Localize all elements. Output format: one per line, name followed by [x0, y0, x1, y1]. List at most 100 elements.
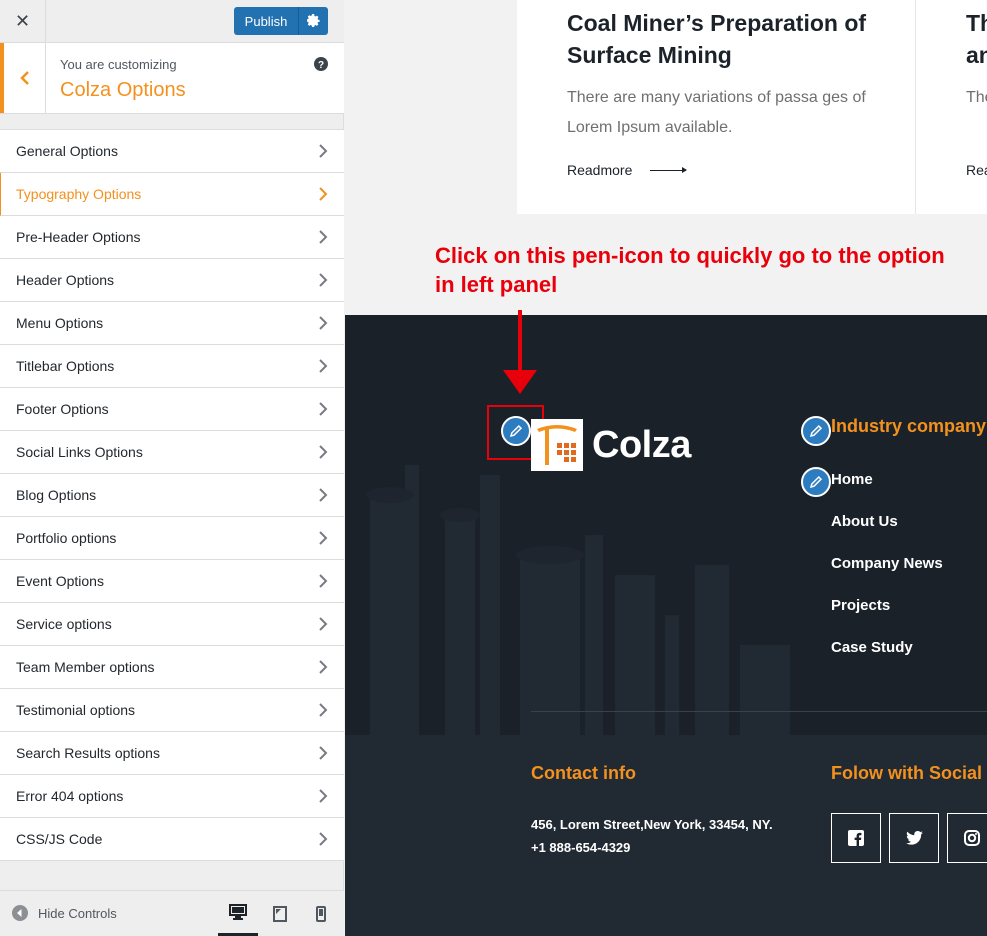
hide-controls-label: Hide Controls — [38, 905, 117, 921]
menu-item[interactable]: Pre-Header Options — [0, 216, 344, 259]
chevron-right-icon — [319, 187, 328, 201]
customizer-footer: Hide Controls — [0, 890, 344, 936]
blog-card-title[interactable]: Coal Miner’s Preparation of Surface Mini… — [567, 7, 897, 71]
help-icon[interactable]: ? — [314, 57, 328, 71]
preview-desktop-button[interactable] — [218, 891, 258, 936]
menu-item[interactable]: Header Options — [0, 259, 344, 302]
pickaxe-logo-icon — [537, 425, 577, 465]
customizer-panel: ✕ Publish You are customizing Colza Opti… — [0, 0, 344, 936]
readmore-label: Readmore — [567, 162, 633, 178]
menu-item[interactable]: Footer Options — [0, 388, 344, 431]
publish-button[interactable]: Publish — [234, 7, 298, 35]
footer-menu-heading: Industry company — [831, 416, 987, 436]
chevron-right-icon — [319, 746, 328, 760]
instagram-button[interactable] — [947, 813, 987, 863]
back-button[interactable] — [0, 43, 46, 113]
chevron-right-icon — [319, 445, 328, 459]
edit-widget-title-shortcut[interactable] — [801, 416, 831, 446]
menu-item-label: Titlebar Options — [16, 358, 115, 374]
menu-item-label: General Options — [16, 143, 118, 159]
options-menu: General Options Typography Options Pre-Hea… — [0, 129, 344, 861]
menu-item[interactable]: Search Results options — [0, 732, 344, 775]
menu-item[interactable]: Testimonial options — [0, 689, 344, 732]
collapse-icon — [12, 905, 28, 921]
hide-controls-button[interactable]: Hide Controls — [12, 905, 117, 921]
menu-item[interactable]: Team Member options — [0, 646, 344, 689]
contact-phone[interactable]: +1 888-654-4329 — [531, 840, 630, 855]
annotation-arrow-shaft — [518, 310, 522, 372]
chevron-right-icon — [319, 660, 328, 674]
menu-item-label: Event Options — [16, 573, 104, 589]
blog-card-excerpt: The of — [966, 89, 987, 106]
footer-link-about-us[interactable]: About Us — [831, 513, 898, 530]
svg-text:?: ? — [318, 60, 324, 71]
menu-item[interactable]: Error 404 options — [0, 775, 344, 818]
menu-item-label: Service options — [16, 616, 112, 632]
menu-item[interactable]: Titlebar Options — [0, 345, 344, 388]
customizing-label: You are customizing — [60, 57, 177, 72]
chevron-right-icon — [319, 832, 328, 846]
menu-item-label: Search Results options — [16, 745, 160, 761]
readmore-link[interactable]: Rea — [966, 162, 987, 178]
footer-link-projects[interactable]: Projects — [831, 597, 890, 614]
pencil-icon — [809, 475, 823, 489]
readmore-link[interactable]: Readmore — [567, 162, 688, 178]
publish-settings-button[interactable] — [298, 7, 328, 35]
chevron-right-icon — [319, 402, 328, 416]
chevron-right-icon — [319, 230, 328, 244]
menu-item-label: Blog Options — [16, 487, 97, 503]
menu-item-label: Social Links Options — [16, 444, 143, 460]
menu-item[interactable]: CSS/JS Code — [0, 818, 344, 861]
site-preview: Coal Miner’s Preparation of Surface Mini… — [345, 0, 987, 936]
pencil-icon — [509, 424, 523, 438]
footer-link-company-news[interactable]: Company News — [831, 555, 943, 572]
chevron-right-icon — [319, 703, 328, 717]
customizer-header: ✕ Publish — [0, 0, 344, 43]
chevron-right-icon — [319, 789, 328, 803]
menu-item-label: Error 404 options — [16, 788, 124, 804]
chevron-left-icon — [19, 71, 29, 85]
footer-logo[interactable]: Colza — [531, 419, 691, 471]
chevron-right-icon — [319, 316, 328, 330]
facebook-button[interactable] — [831, 813, 881, 863]
menu-item-label: Testimonial options — [16, 702, 136, 718]
menu-item[interactable]: Portfolio options — [0, 517, 344, 560]
menu-item[interactable]: Social Links Options — [0, 431, 344, 474]
arrow-right-icon — [650, 166, 688, 173]
menu-item[interactable]: Typography Options — [0, 173, 344, 216]
edit-footer-menu-shortcut[interactable] — [801, 467, 831, 497]
annotation-text: Click on this pen-icon to quickly go to … — [435, 243, 945, 297]
menu-item-label: Header Options — [16, 272, 115, 288]
edit-logo-shortcut[interactable] — [501, 416, 531, 446]
menu-item[interactable]: Service options — [0, 603, 344, 646]
menu-item-label: Menu Options — [16, 315, 104, 331]
blog-card-title[interactable]: Th an — [966, 7, 987, 71]
close-button[interactable]: ✕ — [0, 0, 46, 43]
menu-item-label: Pre-Header Options — [16, 229, 141, 245]
logo-mark — [531, 419, 583, 471]
twitter-icon — [905, 831, 923, 845]
menu-item-label: CSS/JS Code — [16, 831, 103, 847]
desktop-icon — [229, 904, 247, 920]
chevron-right-icon — [319, 488, 328, 502]
close-icon: ✕ — [14, 11, 31, 32]
twitter-button[interactable] — [889, 813, 939, 863]
contact-heading: Contact info — [531, 763, 636, 783]
preview-tablet-button[interactable] — [260, 891, 300, 936]
menu-item[interactable]: General Options — [0, 130, 344, 173]
footer-link-case-study[interactable]: Case Study — [831, 639, 913, 656]
contact-address: 456, Lorem Street,New York, 33454, NY. — [531, 817, 773, 832]
menu-item-label: Typography Options — [16, 186, 142, 202]
readmore-label: Rea — [966, 162, 987, 178]
facebook-icon — [848, 830, 864, 846]
chevron-right-icon — [319, 531, 328, 545]
pencil-icon — [809, 424, 823, 438]
site-footer: Colza Industry company Home About Us Com… — [345, 315, 987, 936]
menu-item[interactable]: Event Options — [0, 560, 344, 603]
menu-item[interactable]: Menu Options — [0, 302, 344, 345]
preview-mobile-button[interactable] — [301, 891, 341, 936]
menu-item[interactable]: Blog Options — [0, 474, 344, 517]
blog-card-excerpt: There are many variations of passa ges o… — [567, 89, 866, 136]
instagram-icon — [964, 830, 980, 846]
footer-link-home[interactable]: Home — [831, 471, 873, 488]
